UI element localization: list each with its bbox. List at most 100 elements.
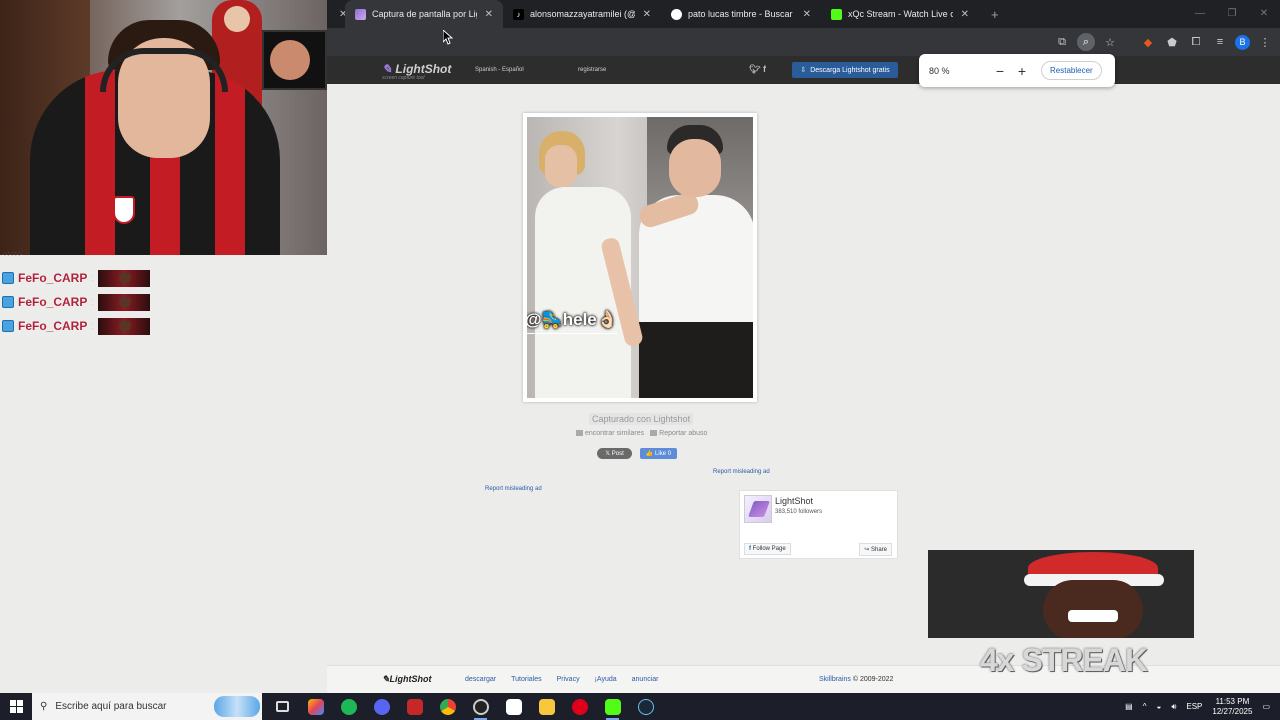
news-widget-icon[interactable]: ▤ <box>1125 702 1133 711</box>
streak-text: 4x STREAK <box>980 642 1148 678</box>
chrome-icon <box>439 698 456 715</box>
show-hidden-icons-chevron-icon[interactable]: ^ <box>1143 702 1147 711</box>
capcut-app[interactable] <box>497 693 530 720</box>
discord-app[interactable] <box>365 693 398 720</box>
kick-app[interactable] <box>596 693 629 720</box>
download-icon: ⇩ <box>800 67 807 74</box>
tab-tiktok[interactable]: ♪ alonsomazzayatramilei (@alonsomazzayat… <box>503 0 661 28</box>
extensions-puzzle-icon[interactable]: ⧠ <box>1187 33 1205 51</box>
capcut-icon <box>505 698 522 715</box>
maximize-icon[interactable]: ❐ <box>1216 0 1248 28</box>
volume-icon[interactable]: 🔊︎ <box>1171 702 1176 712</box>
subscriber-badge-icon <box>2 272 14 284</box>
lightshot-logo[interactable]: ✎ LightShot screen capture tool <box>382 62 451 81</box>
extension-icon[interactable]: ⬟ <box>1163 33 1181 51</box>
zoom-level: 80 % <box>929 65 950 76</box>
stream-chat: FeFo_CARP : FeFo_CARP : FeFo_CARP : <box>2 266 151 338</box>
media-control-icon[interactable]: ≡ <box>1211 33 1229 51</box>
new-tab-button[interactable]: + <box>979 0 1011 28</box>
zoom-in-button[interactable]: + <box>1011 63 1033 79</box>
spotify-app[interactable] <box>332 693 365 720</box>
install-app-icon[interactable]: ⧉ <box>1053 33 1071 51</box>
download-lightshot-button[interactable]: ⇩ Descarga Lightshot gratis <box>792 62 898 78</box>
chat-username: FeFo_CARP <box>18 271 88 285</box>
notifications-icon[interactable]: ▭ <box>1262 702 1270 711</box>
network-icon[interactable]: ◒ <box>1156 702 1161 711</box>
tab-kick[interactable]: xQc Stream - Watch Live on Kick ✕ <box>821 0 979 28</box>
stream-overlay-label: ·:·:·:·:·:· <box>2 252 23 258</box>
subscriber-badge-icon <box>2 296 14 308</box>
facebook-icon[interactable]: f <box>763 64 766 74</box>
footer-logo[interactable]: ✎LightShot <box>382 674 432 685</box>
tab-lightshot[interactable]: Captura de pantalla por Lightshot ✕ <box>345 0 503 28</box>
close-window-icon[interactable]: ✕ <box>1248 0 1280 28</box>
zoom-icon[interactable]: ⌕ <box>1077 33 1095 51</box>
obs-app[interactable] <box>464 693 497 720</box>
bookmark-star-icon[interactable]: ☆ <box>1101 33 1119 51</box>
facebook-like-button[interactable]: 👍 Like 0 <box>640 448 677 459</box>
lightshot-page-avatar[interactable] <box>744 495 772 523</box>
footer-link-download[interactable]: descargar <box>465 676 496 683</box>
profile-avatar[interactable]: B <box>1235 34 1250 50</box>
skillbrains-link[interactable]: Skillbrains <box>819 676 851 683</box>
close-tab-icon[interactable]: ✕ <box>803 9 811 20</box>
report-ad-link[interactable]: Report misleading ad <box>485 486 542 492</box>
start-button[interactable] <box>0 693 32 720</box>
flag-icon <box>650 430 658 437</box>
obs-icon <box>472 698 489 715</box>
steam-app[interactable] <box>629 693 662 720</box>
streak-overlay-image <box>928 550 1194 638</box>
twitter-icon[interactable]: 🐦︎ <box>749 64 760 74</box>
tab-google[interactable]: pato lucas timbre - Buscar con Google ✕ <box>661 0 821 28</box>
chrome-app[interactable] <box>431 693 464 720</box>
mouse-cursor-icon <box>443 30 453 45</box>
zoom-reset-button[interactable]: Restablecer <box>1041 61 1102 80</box>
clock[interactable]: 11:53 PM 12/27/2025 <box>1212 697 1252 717</box>
footer-link-help[interactable]: ¡Ayuda <box>595 676 617 683</box>
tiktok-icon: ♪ <box>513 8 524 20</box>
screenshot-image-frame: @🛼hele👌🏻 <box>523 113 757 402</box>
search-icon: ⚲ <box>40 701 48 712</box>
close-tab-icon[interactable]: ✕ <box>961 9 969 20</box>
minimize-icon[interactable]: — <box>1184 0 1216 28</box>
image-actions: encontrar similares Reportar abuso <box>576 430 707 437</box>
extension-fox-icon[interactable]: ◆ <box>1139 33 1157 51</box>
copilot-icon <box>307 698 324 715</box>
tab-overflow[interactable]: ✕ <box>327 0 345 28</box>
task-view-icon <box>276 701 289 712</box>
opera-icon <box>571 698 588 715</box>
windows-logo-icon <box>9 700 23 713</box>
lightshot-feather-icon: ✎ <box>382 62 393 76</box>
chat-message: FeFo_CARP : <box>2 290 151 314</box>
close-tab-icon[interactable]: ✕ <box>643 9 651 20</box>
footer-link-privacy[interactable]: Privacy <box>557 676 580 683</box>
share-button[interactable]: ↪ Share <box>859 543 892 556</box>
report-ad-link[interactable]: Report misleading ad <box>713 469 770 475</box>
folder-icon <box>538 698 555 715</box>
close-tab-icon[interactable]: ✕ <box>485 9 493 20</box>
find-similar-link[interactable]: encontrar similares <box>576 430 644 437</box>
x-post-button[interactable]: 𝕏 Post <box>597 448 632 459</box>
follow-page-button[interactable]: f Follow Page <box>744 543 791 555</box>
file-explorer-app[interactable] <box>530 693 563 720</box>
steam-icon <box>637 698 654 715</box>
footer-copyright: Skillbrains © 2009-2022 <box>819 676 894 683</box>
taskbar-search[interactable]: ⚲ Escribe aquí para buscar <box>32 693 262 720</box>
input-language[interactable]: ESP <box>1186 702 1202 711</box>
screenshot-image[interactable]: @🛼hele👌🏻 <box>527 117 753 398</box>
copilot-app[interactable] <box>299 693 332 720</box>
footer-link-tutorials[interactable]: Tutoriales <box>511 676 541 683</box>
menu-kebab-icon[interactable]: ⋮ <box>1256 33 1274 51</box>
zoom-out-button[interactable]: − <box>989 63 1011 79</box>
language-select[interactable]: Spanish - Español <box>475 67 524 73</box>
lightshot-header: ✎ LightShot screen capture tool Spanish … <box>327 56 1280 84</box>
footer-link-advertise[interactable]: anunciar <box>632 676 659 683</box>
fb-page-name[interactable]: LightShot <box>775 496 813 506</box>
register-link[interactable]: registrarse <box>578 67 606 73</box>
streaming-app[interactable] <box>398 693 431 720</box>
chat-emote <box>98 317 151 335</box>
report-abuse-link[interactable]: Reportar abuso <box>650 430 707 437</box>
task-view-button[interactable] <box>266 693 299 720</box>
opera-app[interactable] <box>563 693 596 720</box>
taskbar-apps <box>266 693 662 720</box>
